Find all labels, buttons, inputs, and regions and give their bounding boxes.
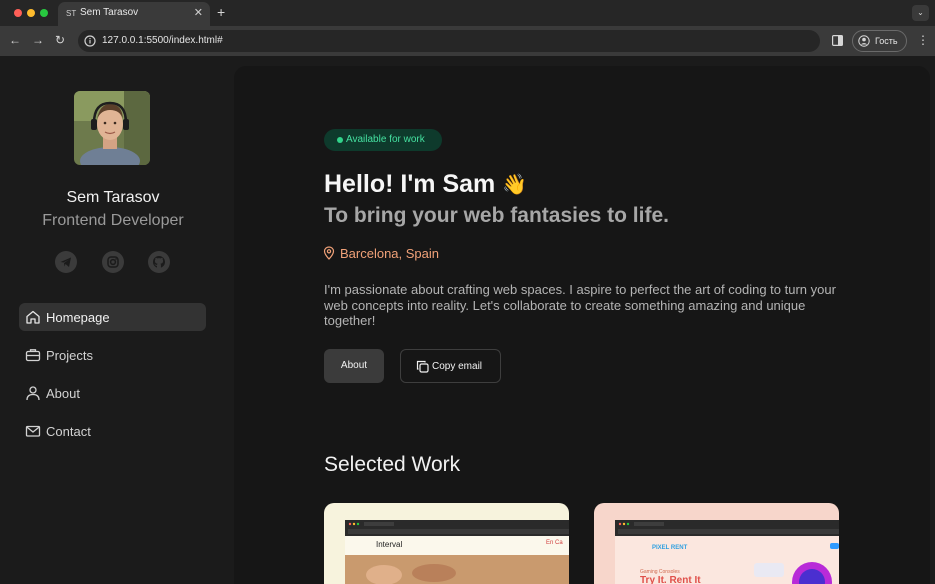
interval-logo: Interval	[376, 540, 403, 549]
telegram-icon[interactable]	[55, 251, 77, 273]
sidebar-item-homepage[interactable]: Homepage	[19, 303, 206, 331]
copy-icon	[416, 360, 429, 373]
availability-badge: Available for work	[324, 129, 442, 151]
project-card-pixel-rent[interactable]: PIXEL RENT Gaming Consoles Try It. Rent …	[594, 503, 839, 584]
profile-name: Sem Tarasov	[66, 189, 160, 206]
sidebar-item-label: Homepage	[46, 310, 110, 325]
side-panel-icon[interactable]	[832, 35, 843, 46]
tab-close-icon[interactable]: ✕	[194, 6, 203, 19]
avatar	[74, 91, 150, 165]
intro-paragraph: I'm passionate about crafting web spaces…	[324, 282, 836, 328]
browser-toolbar: ← → ↻ 127.0.0.1:5500/index.html# Гость ⋮	[0, 26, 935, 56]
guest-avatar-icon	[858, 35, 870, 47]
browser-tab-bar: ST Sem Tarasov ✕ + ⌄	[0, 0, 935, 26]
minimize-window-button[interactable]	[27, 9, 35, 17]
location-text: Barcelona, Spain	[340, 246, 440, 261]
sidebar-item-contact[interactable]: Contact	[19, 417, 206, 445]
hero-title: Hello! I'm Sam	[324, 170, 496, 198]
instagram-icon[interactable]	[102, 251, 124, 273]
sidebar-item-label: Projects	[46, 348, 93, 363]
maximize-window-button[interactable]	[40, 9, 48, 17]
back-icon[interactable]: ←	[9, 33, 21, 47]
selected-work-title: Selected Work	[324, 453, 461, 476]
home-icon	[26, 310, 40, 324]
tab-search-button[interactable]: ⌄	[912, 5, 929, 21]
mail-icon	[25, 425, 41, 437]
pixel-rent-logo: PIXEL RENT	[652, 545, 688, 551]
location-pin-icon	[323, 246, 335, 260]
portfolio-page: Sem Tarasov Frontend Developer Homepage …	[0, 56, 935, 584]
forward-icon[interactable]: →	[32, 33, 44, 47]
sidebar-item-projects[interactable]: Projects	[19, 341, 206, 369]
pixel-rent-headline: Try It. Rent It	[640, 575, 701, 584]
sidebar-item-label: Contact	[46, 424, 91, 439]
sidebar: Sem Tarasov Frontend Developer Homepage …	[0, 56, 226, 584]
reload-icon[interactable]: ↻	[55, 33, 65, 47]
about-button-label: About	[340, 360, 368, 371]
copy-email-button[interactable]: Copy email	[400, 349, 501, 383]
about-button[interactable]: About	[324, 349, 384, 383]
project-card-interval[interactable]: Interval En Ca	[324, 503, 569, 584]
hero-subtitle: To bring your web fantasies to life.	[324, 204, 669, 227]
main-content: Available for work Hello! I'm Sam 👋 To b…	[234, 66, 930, 584]
github-icon[interactable]	[148, 251, 170, 273]
interval-lang-switch: En Ca	[546, 540, 563, 546]
user-icon	[26, 386, 40, 401]
tab-favicon: ST	[66, 9, 77, 18]
profile-button[interactable]: Гость	[852, 30, 907, 52]
briefcase-icon	[25, 349, 41, 362]
browser-menu-icon[interactable]: ⋮	[917, 33, 929, 47]
address-bar[interactable]: 127.0.0.1:5500/index.html#	[78, 30, 820, 52]
url-text: 127.0.0.1:5500/index.html#	[102, 35, 223, 46]
profile-label: Гость	[875, 36, 898, 46]
close-window-button[interactable]	[14, 9, 22, 17]
status-dot	[337, 137, 343, 143]
tab-title: Sem Tarasov	[80, 7, 139, 18]
profile-role: Frontend Developer	[42, 212, 184, 229]
sidebar-item-label: About	[46, 386, 80, 401]
new-tab-icon[interactable]: +	[217, 4, 225, 20]
availability-text: Available for work	[346, 134, 425, 145]
site-info-icon[interactable]	[84, 35, 96, 47]
browser-tab[interactable]: ST Sem Tarasov ✕	[58, 2, 210, 26]
waving-hand-icon: 👋	[502, 174, 527, 196]
sidebar-item-about[interactable]: About	[19, 379, 206, 407]
copy-email-label: Copy email	[432, 361, 483, 372]
